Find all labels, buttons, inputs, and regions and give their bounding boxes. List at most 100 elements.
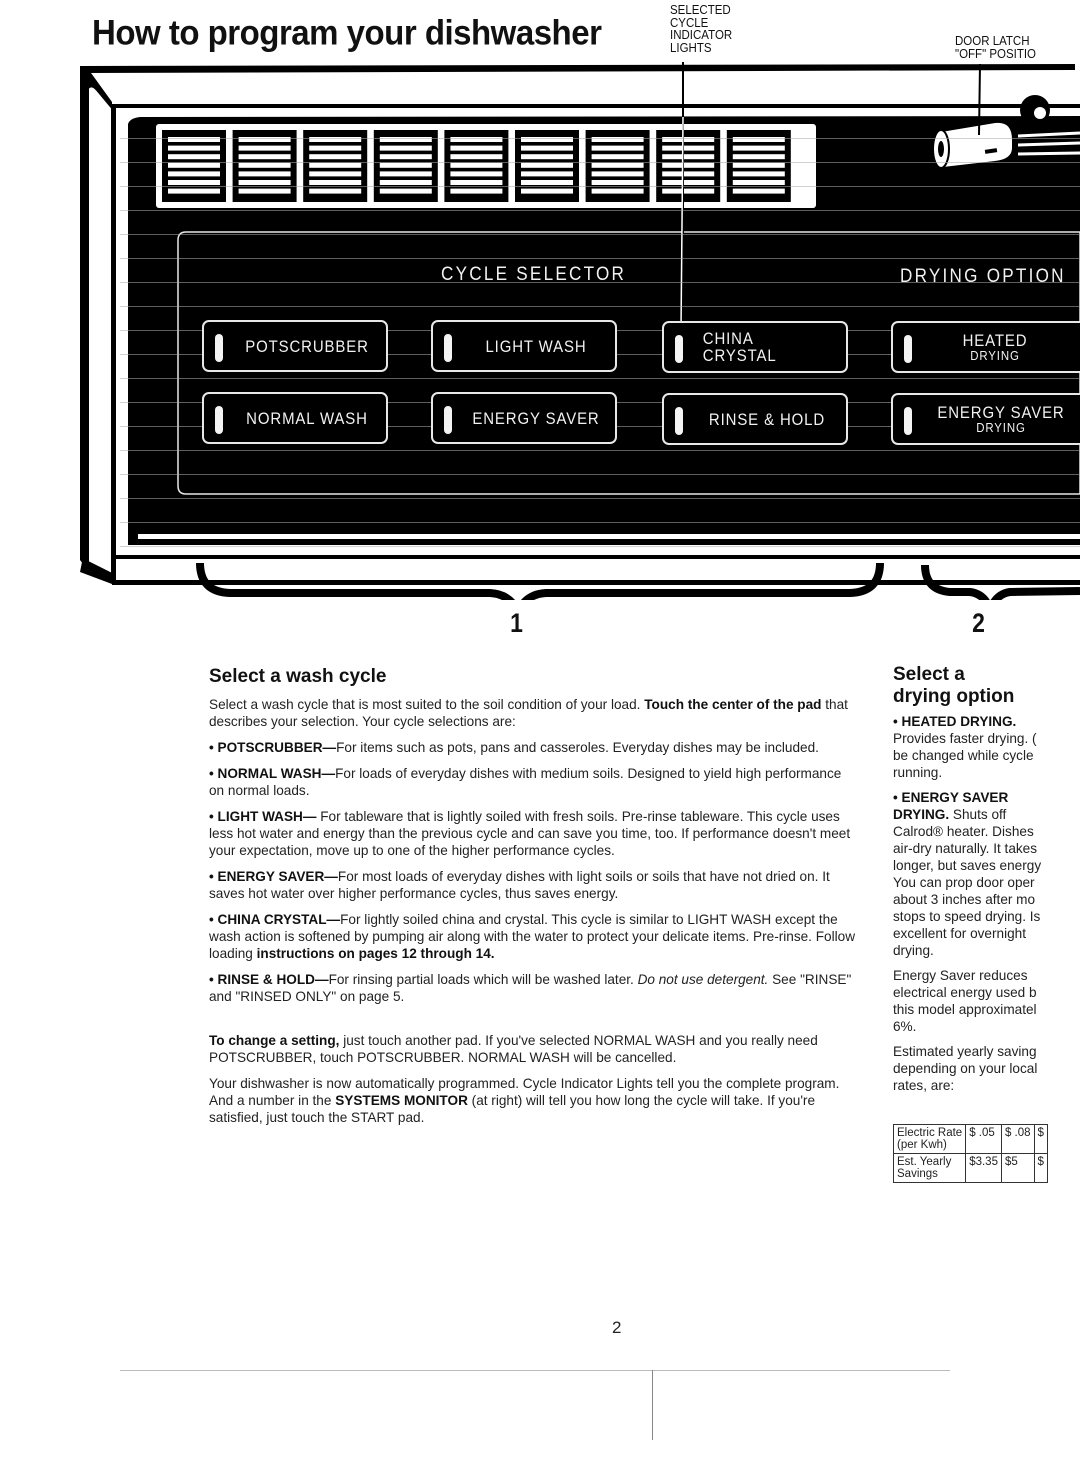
text-line: about 3 inches after mo (893, 892, 1036, 907)
emphasis: Touch the center of the pad (644, 697, 822, 712)
table-row: Electric Rate (per Kwh) $ .05 $ .08 $ (893, 1124, 1048, 1154)
display-segment (379, 188, 432, 194)
energy-reduction-paragraph: Energy Saver reduces electrical energy u… (893, 967, 1080, 1035)
pad-label-sub: DRYING (976, 419, 1026, 435)
display-segment (662, 154, 715, 160)
display-segment (732, 171, 785, 177)
text-line: rates, are: (893, 1078, 955, 1093)
display-segment (168, 180, 220, 185)
table-cell: $3.35 (965, 1153, 1002, 1183)
display-segment (238, 137, 291, 142)
indicator-light (675, 407, 683, 435)
indicator-light (215, 334, 223, 362)
display-segment (591, 145, 644, 151)
emphasis: SYSTEMS MONITOR (335, 1093, 468, 1108)
display-segment (662, 145, 715, 151)
pad-label: RINSE & HOLD (708, 409, 826, 429)
display-segment (662, 137, 715, 142)
text-line: be changed while cycle (893, 748, 1034, 763)
text-line: stops to speed drying. Is (893, 909, 1041, 924)
text-line: depending on your local (893, 1061, 1038, 1076)
text-line: air-dry naturally. It takes (893, 841, 1038, 856)
cycle-item-potscrubber: • POTSCRUBBER—For items such as pots, pa… (209, 739, 859, 756)
display-segment (379, 137, 432, 142)
cycle-item-light-wash: • LIGHT WASH— For tableware that is ligh… (209, 808, 859, 859)
display-segment (238, 145, 291, 151)
display-segment (662, 188, 715, 194)
indicator-light (904, 407, 912, 435)
indicator-light (904, 335, 912, 363)
display-segment (662, 171, 715, 177)
cell-text: Electric Rate (897, 1127, 963, 1139)
pad-normal-wash[interactable]: NORMAL WASH (202, 392, 388, 444)
table-cell: $5 (1000, 1153, 1035, 1183)
display-segment (521, 137, 573, 142)
display-segment (309, 145, 362, 151)
energy-saver-drying-item: • ENERGY SAVER DRYING. Shuts off Calrod®… (893, 789, 1080, 959)
display-segment (450, 188, 503, 194)
pad-light-wash[interactable]: LIGHT WASH (431, 320, 617, 372)
display-segment (521, 188, 573, 194)
display-segment (521, 154, 573, 160)
display-segment (238, 188, 291, 194)
text-line: Estimated yearly saving (893, 1044, 1037, 1059)
display-segment (450, 171, 503, 177)
text: Select a wash cycle that is most suited … (209, 697, 645, 712)
pad-label: CHINA CRYSTAL (702, 329, 777, 365)
step-number-1: 1 (510, 608, 523, 638)
frame-left-face (87, 85, 113, 576)
display-segment (591, 180, 644, 185)
pad-label: NORMAL WASH (246, 408, 368, 428)
drying-option-label: DRYING OPTION (900, 266, 1066, 287)
text-line: drying. (893, 943, 934, 958)
indicator-light (444, 334, 452, 362)
display-segment (450, 154, 503, 160)
pad-rinse-hold[interactable]: RINSE & HOLD (662, 393, 848, 445)
display-segment (591, 154, 644, 160)
cycle-item-normal-wash: • NORMAL WASH—For loads of everyday dish… (209, 765, 859, 799)
text-line: Provides faster drying. ( (893, 731, 1037, 746)
display-segment (732, 188, 785, 194)
display-segment (591, 137, 644, 142)
display-segment (168, 145, 220, 151)
display-segment (591, 171, 644, 177)
pad-label: ENERGY SAVER DRYING (932, 395, 1069, 443)
cycle-item-china-crystal: • CHINA CRYSTAL—For lightly soiled china… (209, 911, 859, 962)
text-line: running. (893, 765, 943, 780)
table-cell: $ (1033, 1124, 1048, 1154)
display-segment (521, 171, 573, 177)
display-segment (309, 137, 362, 142)
display-segment (379, 154, 432, 160)
cell-text: Est. Yearly (897, 1156, 952, 1168)
display-segment (238, 154, 291, 160)
display-segment (732, 180, 785, 185)
option-name: • HEATED DRYING. (893, 714, 1017, 729)
pad-china-crystal[interactable]: CHINA CRYSTAL (662, 321, 848, 373)
display-segment (521, 162, 573, 168)
text-line: DRYING. Shuts off (893, 806, 1080, 823)
page-reference: instructions on pages 12 through 14. (256, 946, 495, 961)
pad-potscrubber[interactable]: POTSCRUBBER (202, 320, 388, 372)
cycle-name: • NORMAL WASH— (209, 766, 336, 781)
leader-line-latch (978, 63, 981, 136)
final-paragraph: Your dishwasher is now automatically pro… (209, 1075, 859, 1126)
text-line: longer, but saves energy (893, 858, 1042, 873)
cell-text: (per Kwh) (897, 1139, 947, 1151)
pad-heated-drying[interactable]: HEATED DRYING (891, 321, 1080, 373)
table-cell: $ .05 (965, 1124, 1002, 1154)
cycle-desc: For rinsing partial loads which will be … (328, 972, 638, 987)
heated-drying-item: • HEATED DRYING. Provides faster drying.… (893, 713, 1080, 781)
row-header: Electric Rate (per Kwh) (893, 1124, 967, 1154)
emphasis: To change a setting, (209, 1033, 340, 1048)
table-row: Est. Yearly Savings $3.35 $5 $ (893, 1153, 1048, 1183)
pad-energy-saver[interactable]: ENERGY SAVER (431, 392, 617, 444)
pad-label-main: ENERGY SAVER (937, 402, 1065, 422)
pad-label-main: HEATED (962, 330, 1028, 350)
drying-option-section: Select a drying option • HEATED DRYING. … (893, 664, 1080, 1183)
display-segment (309, 180, 362, 185)
page-number: 2 (612, 1318, 622, 1337)
footer-rule (120, 1370, 950, 1371)
cell-text: Savings (897, 1168, 938, 1180)
footer-fold-mark (652, 1370, 653, 1440)
pad-energy-saver-drying[interactable]: ENERGY SAVER DRYING (891, 393, 1080, 445)
